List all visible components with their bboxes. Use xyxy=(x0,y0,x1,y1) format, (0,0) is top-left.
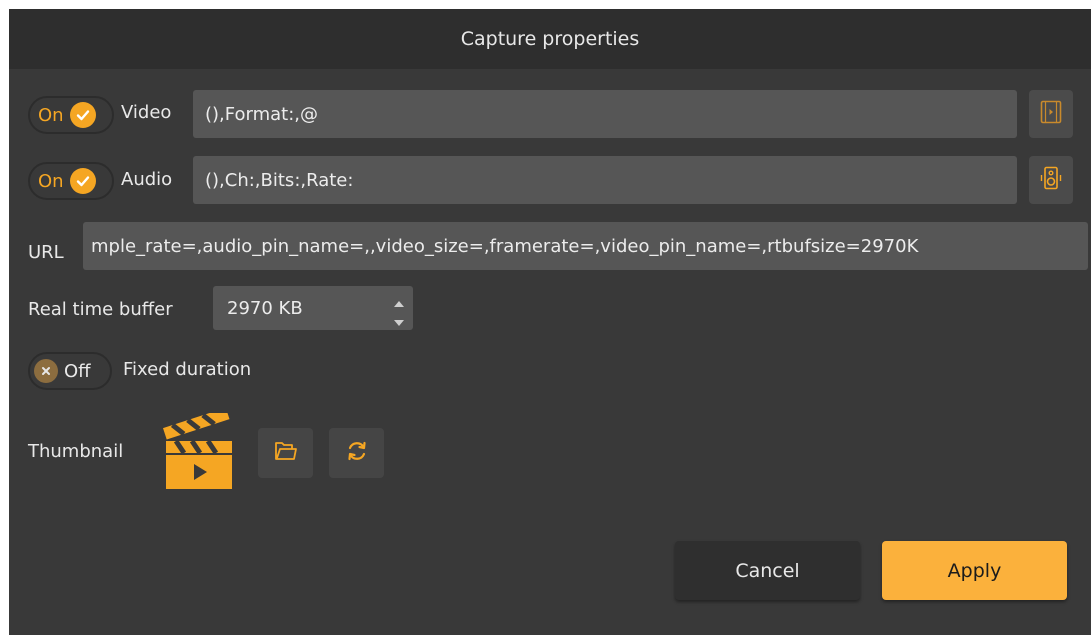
stepper-down-icon[interactable] xyxy=(393,313,405,332)
video-label: Video xyxy=(121,102,172,123)
fixed-duration-label: Fixed duration xyxy=(123,359,252,380)
open-thumbnail-button[interactable] xyxy=(258,428,313,478)
audio-format-field[interactable]: (),Ch:,Bits:,Rate: xyxy=(193,156,1017,204)
cancel-button[interactable]: Cancel xyxy=(675,541,860,600)
video-format-field[interactable]: (),Format:,@ xyxy=(193,90,1017,138)
video-device-button[interactable] xyxy=(1029,90,1073,138)
audio-toggle[interactable]: On xyxy=(28,162,114,200)
stepper-up-icon[interactable] xyxy=(393,294,405,313)
capture-properties-dialog: Capture properties On Video (),Format:,@… xyxy=(9,9,1091,635)
dialog-title: Capture properties xyxy=(460,28,640,50)
check-icon xyxy=(69,168,96,194)
film-icon xyxy=(1040,100,1062,128)
thumbnail-label: Thumbnail xyxy=(28,441,124,462)
video-toggle[interactable]: On xyxy=(28,96,114,134)
fixed-duration-toggle[interactable]: Off xyxy=(28,352,112,390)
apply-button[interactable]: Apply xyxy=(882,541,1067,600)
folder-open-icon xyxy=(274,440,298,466)
real-time-buffer-label: Real time buffer xyxy=(28,299,173,320)
reset-thumbnail-button[interactable] xyxy=(329,428,384,478)
url-label: URL xyxy=(28,242,64,263)
audio-device-button[interactable] xyxy=(1029,156,1073,204)
video-toggle-label: On xyxy=(38,104,64,126)
real-time-buffer-value: 2970 KB xyxy=(227,297,303,319)
speaker-icon xyxy=(1040,166,1062,194)
dialog-title-bar: Capture properties xyxy=(9,9,1091,69)
clapperboard-icon xyxy=(162,407,236,495)
audio-toggle-label: On xyxy=(38,170,64,192)
refresh-icon xyxy=(346,440,368,466)
real-time-buffer-stepper[interactable]: 2970 KB xyxy=(213,286,413,330)
audio-label: Audio xyxy=(121,169,173,190)
x-icon xyxy=(34,359,58,383)
check-icon xyxy=(69,102,96,128)
url-field[interactable]: mple_rate=,audio_pin_name=,,video_size=,… xyxy=(83,222,1088,270)
fixed-duration-toggle-label: Off xyxy=(64,360,91,382)
